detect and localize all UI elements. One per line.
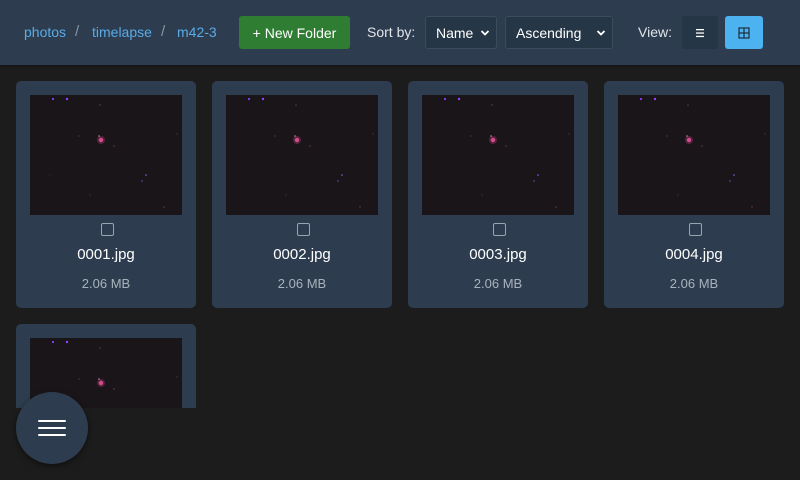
sort-order-value: Ascending [516, 25, 582, 41]
sort-order-select[interactable]: Ascending [505, 16, 613, 49]
sort-field-select[interactable]: Name [425, 16, 497, 49]
breadcrumb-item-m42-3[interactable]: m42-3 [177, 24, 217, 40]
thumbnail-image [30, 95, 182, 215]
file-size: 2.06 MB [669, 276, 719, 291]
star-field-image [226, 95, 378, 215]
file-card[interactable]: 0004.jpg 2.06 MB [604, 81, 784, 308]
list-icon [696, 28, 704, 37]
sort-by-label: Sort by: [367, 24, 416, 40]
chevron-down-icon [596, 30, 606, 36]
file-size: 2.06 MB [473, 276, 523, 291]
chevron-down-icon [480, 30, 490, 36]
breadcrumb-separator: / [75, 23, 80, 40]
top-toolbar: photos / timelapse / m42-3 + New Folder … [0, 0, 800, 65]
breadcrumb-item-photos[interactable]: photos [24, 24, 66, 40]
hamburger-menu-icon [38, 420, 66, 422]
file-card[interactable]: 0002.jpg 2.06 MB [212, 81, 392, 308]
star-field-image [618, 95, 770, 215]
hamburger-menu-icon [38, 434, 66, 436]
breadcrumb-separator: / [161, 23, 166, 40]
grid-icon [738, 26, 750, 39]
thumbnail-image [422, 95, 574, 215]
thumbnail-image [618, 95, 770, 215]
list-view-button[interactable] [682, 16, 718, 49]
select-checkbox[interactable] [493, 223, 506, 236]
file-name: 0003.jpg [469, 246, 527, 263]
thumbnail-image [226, 95, 378, 215]
select-checkbox[interactable] [689, 223, 702, 236]
file-name: 0004.jpg [665, 246, 723, 263]
file-name: 0001.jpg [77, 246, 135, 263]
new-folder-button[interactable]: + New Folder [239, 16, 350, 49]
hamburger-menu-icon [38, 427, 66, 429]
file-card[interactable]: 0001.jpg 2.06 MB [16, 81, 196, 308]
star-field-image [422, 95, 574, 215]
file-size: 2.06 MB [81, 276, 131, 291]
grid-view-button[interactable] [725, 16, 763, 49]
menu-button[interactable] [16, 392, 88, 464]
breadcrumb-item-timelapse[interactable]: timelapse [92, 24, 152, 40]
file-card[interactable]: 0003.jpg 2.06 MB [408, 81, 588, 308]
file-name: 0002.jpg [273, 246, 331, 263]
select-checkbox[interactable] [297, 223, 310, 236]
view-label: View: [638, 24, 672, 40]
file-size: 2.06 MB [277, 276, 327, 291]
sort-field-value: Name [436, 25, 474, 41]
star-field-image [30, 95, 182, 215]
select-checkbox[interactable] [101, 223, 114, 236]
